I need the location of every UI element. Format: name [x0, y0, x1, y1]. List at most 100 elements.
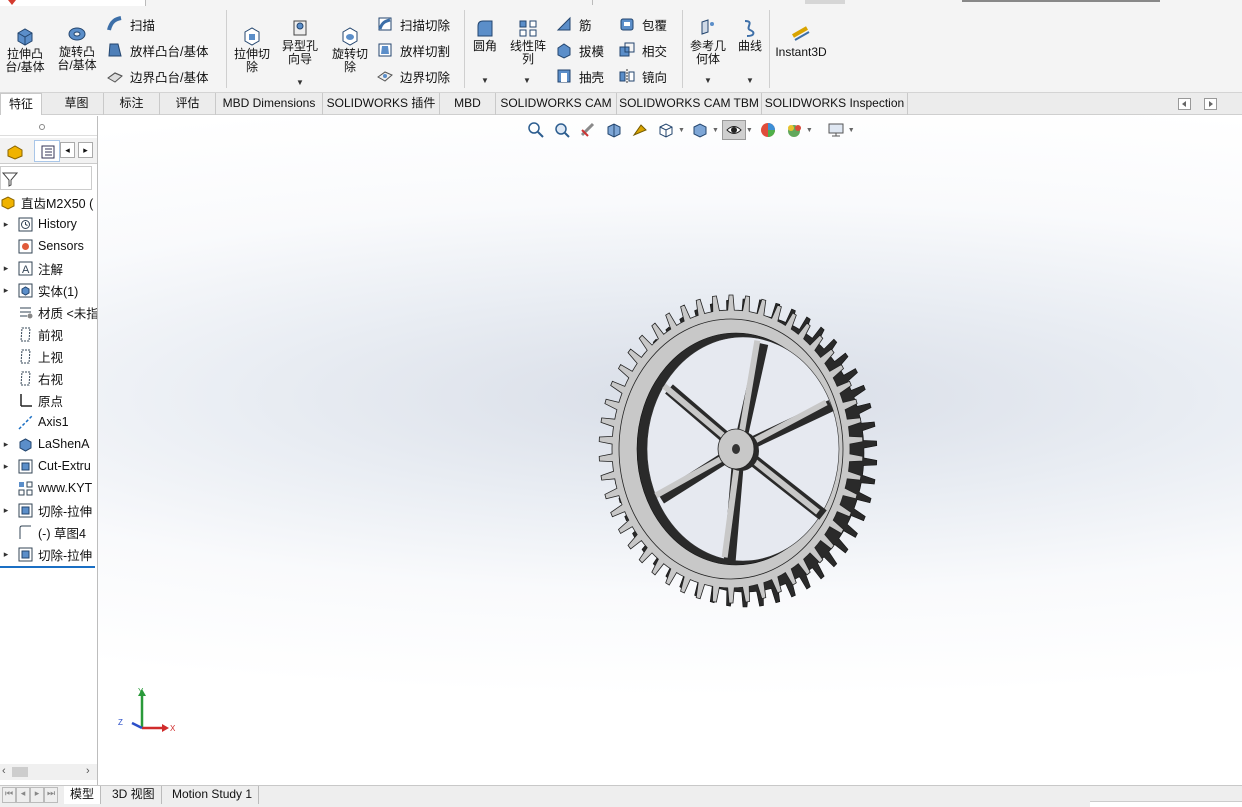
scroll-left-icon[interactable]: ‹	[2, 765, 6, 777]
display-style-icon[interactable]	[688, 120, 712, 140]
loft-boss-button[interactable]: 放样凸台/基体	[106, 39, 208, 61]
tree-item[interactable]: Axis1	[0, 411, 97, 433]
dynamic-annotation-icon[interactable]	[628, 120, 652, 140]
tree-item[interactable]: 材质 <未指	[0, 301, 97, 323]
expand-arrow-icon[interactable]: ▸	[1, 219, 11, 230]
first-tab-icon[interactable]: ⏮	[2, 787, 16, 803]
curves-button[interactable]: 曲线	[734, 18, 766, 53]
linear-pattern-button[interactable]: 线性阵 列	[506, 18, 550, 66]
tab-solidworks-addins[interactable]: SOLIDWORKS 插件	[323, 93, 440, 115]
tree-item[interactable]: ▸ 切除-拉伸	[0, 543, 97, 565]
lofted-cut-button[interactable]: 放样切割	[376, 39, 450, 61]
fillet-dropdown-icon[interactable]: ▼	[481, 76, 489, 85]
tree-item[interactable]: Sensors	[0, 235, 97, 257]
last-tab-icon[interactable]: ⏭	[44, 787, 58, 803]
linear-pattern-dropdown-icon[interactable]: ▼	[523, 76, 531, 85]
edit-appearance-icon[interactable]	[756, 120, 780, 140]
previous-view-icon[interactable]	[576, 120, 600, 140]
tab-model[interactable]: 模型	[64, 786, 102, 804]
extrude-boss-button[interactable]: 拉伸凸 台/基体	[2, 26, 48, 74]
tree-item[interactable]: 前视	[0, 323, 97, 345]
mirror-button[interactable]: 镜向	[618, 65, 667, 87]
extrude-cut-button[interactable]: 拉伸切 除	[230, 26, 274, 74]
hole-wizard-dropdown-icon[interactable]: ▼	[296, 78, 304, 87]
tab-mbd[interactable]: MBD	[440, 93, 496, 115]
expand-arrow-icon[interactable]: ▸	[1, 505, 11, 516]
scroll-right-icon[interactable]: ›	[86, 765, 90, 777]
rollback-bar[interactable]	[0, 566, 95, 568]
expand-arrow-icon[interactable]: ▸	[1, 285, 11, 296]
curves-dropdown-icon[interactable]: ▼	[746, 76, 754, 85]
apply-scene-icon[interactable]	[782, 120, 806, 140]
section-view-icon[interactable]	[602, 120, 626, 140]
shell-button[interactable]: 抽壳	[555, 65, 604, 87]
view-orientation-icon[interactable]	[654, 120, 678, 140]
revolve-boss-button[interactable]: 旋转凸 台/基体	[54, 24, 100, 72]
property-manager-tab[interactable]	[34, 140, 60, 162]
panel-tab-next-icon[interactable]: ▸	[78, 142, 93, 158]
tab-annotation[interactable]: 标注	[104, 93, 160, 115]
zoom-to-fit-icon[interactable]	[524, 120, 548, 140]
tab-mbd-dimensions[interactable]: MBD Dimensions	[216, 93, 323, 115]
zoom-to-area-icon[interactable]	[550, 120, 574, 140]
tab-evaluate[interactable]: 评估	[160, 93, 216, 115]
wrap-button[interactable]: 包覆	[618, 13, 667, 35]
hole-wizard-button[interactable]: 异型孔 向导	[277, 18, 323, 66]
revolve-cut-button[interactable]: 旋转切 除	[327, 26, 373, 74]
tree-item[interactable]: ▸ Cut-Extru	[0, 455, 97, 477]
tab-motion-study[interactable]: Motion Study 1	[166, 786, 260, 804]
tabs-scroll-right-icon[interactable]	[1204, 98, 1218, 110]
reference-geometry-button[interactable]: 参考几 何体	[685, 18, 731, 66]
tree-item[interactable]: ▸ LaShenA	[0, 433, 97, 455]
tab-sketch[interactable]: 草图	[50, 93, 104, 115]
tab-solidworks-cam[interactable]: SOLIDWORKS CAM	[496, 93, 617, 115]
hide-show-items-icon[interactable]	[721, 120, 746, 140]
sweep-button[interactable]: 扫描	[106, 13, 155, 35]
display-style-dropdown-icon[interactable]: ▼	[712, 127, 719, 134]
view-settings-icon[interactable]	[824, 120, 848, 140]
expand-arrow-icon[interactable]: ▸	[1, 461, 11, 472]
instant3d-button[interactable]: Instant3D	[772, 24, 830, 59]
tree-item[interactable]: ▸ A 注解	[0, 257, 97, 279]
tabs-scroll-left-icon[interactable]	[1178, 98, 1192, 110]
tree-item[interactable]: (-) 草图4	[0, 521, 97, 543]
scroll-thumb[interactable]	[12, 767, 28, 777]
view-settings-dropdown-icon[interactable]: ▼	[848, 127, 855, 134]
tree-item[interactable]: 上视	[0, 345, 97, 367]
intersect-button[interactable]: 相交	[618, 39, 667, 61]
tree-root-part[interactable]: 直齿M2X50 (	[0, 191, 97, 213]
hide-show-dropdown-icon[interactable]: ▼	[746, 127, 753, 134]
view-orientation-dropdown-icon[interactable]: ▼	[678, 127, 685, 134]
expand-arrow-icon[interactable]: ▸	[1, 439, 11, 450]
tab-features[interactable]: 特征	[0, 93, 42, 115]
panel-splitter[interactable]	[0, 116, 97, 136]
tree-item[interactable]: ▸ History	[0, 213, 97, 235]
boundary-cut-button[interactable]: 边界切除	[376, 65, 450, 87]
swept-cut-button[interactable]: 扫描切除	[376, 13, 450, 35]
tab-solidworks-inspection[interactable]: SOLIDWORKS Inspection	[762, 93, 908, 115]
expand-arrow-icon[interactable]: ▸	[1, 263, 11, 274]
rib-button[interactable]: 筋	[555, 13, 592, 35]
panel-tab-prev-icon[interactable]: ◂	[60, 142, 75, 158]
expand-arrow-icon[interactable]: ▸	[1, 549, 11, 560]
mirror-label: 镜向	[642, 70, 668, 85]
horizontal-scrollbar[interactable]: ‹ ›	[0, 764, 97, 780]
tree-item[interactable]: www.KYT	[0, 477, 97, 499]
fillet-button[interactable]: 圆角	[467, 18, 503, 53]
draft-button[interactable]: 拔模	[555, 39, 604, 61]
boundary-boss-button[interactable]: 边界凸台/基体	[106, 65, 208, 87]
next-tab-icon[interactable]: ▸	[30, 787, 44, 803]
tab-3d-views[interactable]: 3D 视图	[106, 786, 162, 804]
tree-item[interactable]: ▸ 切除-拉伸	[0, 499, 97, 521]
tree-item[interactable]: 右视	[0, 367, 97, 389]
tree-filter-field[interactable]	[0, 166, 92, 190]
tree-item[interactable]: 原点	[0, 389, 97, 411]
tab-solidworks-cam-tbm[interactable]: SOLIDWORKS CAM TBM	[617, 93, 762, 115]
prev-tab-icon[interactable]: ◂	[16, 787, 30, 803]
apply-scene-dropdown-icon[interactable]: ▼	[806, 127, 813, 134]
feature-manager-tab-icon[interactable]	[4, 142, 26, 160]
tree-item[interactable]: ▸ 实体(1)	[0, 279, 97, 301]
spur-gear-model[interactable]	[586, 284, 886, 614]
reference-geometry-dropdown-icon[interactable]: ▼	[704, 76, 712, 85]
graphics-area[interactable]: ▼ ▼ ▼ ▼ ▼ Y X Z	[98, 116, 1242, 785]
